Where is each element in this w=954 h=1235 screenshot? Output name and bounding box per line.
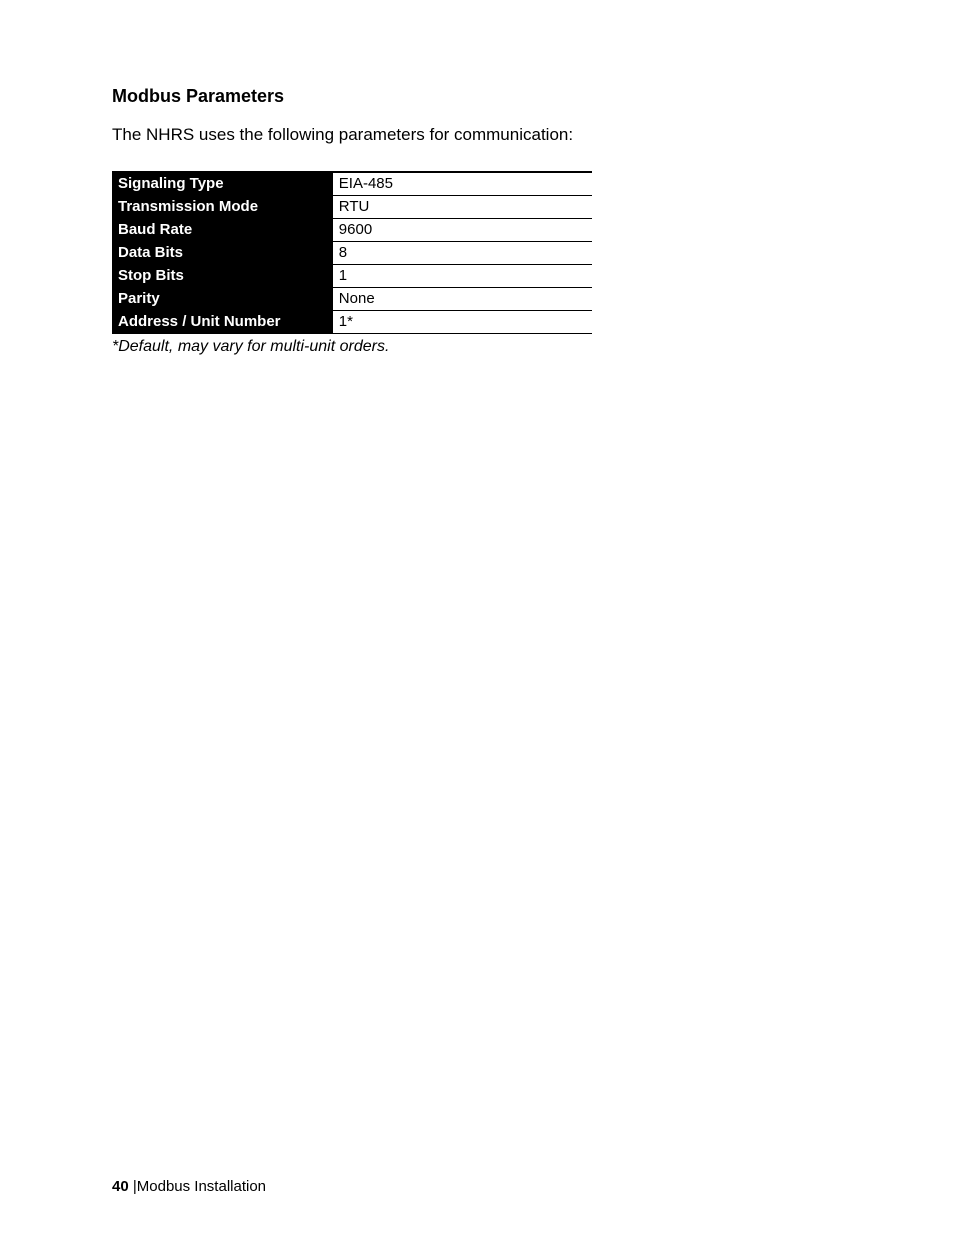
param-label: Baud Rate: [112, 218, 333, 241]
param-value: 1: [333, 264, 592, 287]
param-value: 8: [333, 241, 592, 264]
table-row: Parity None: [112, 287, 592, 310]
intro-paragraph: The NHRS uses the following parameters f…: [112, 123, 842, 147]
param-label: Transmission Mode: [112, 195, 333, 218]
param-value: 1*: [333, 310, 592, 333]
param-label: Address / Unit Number: [112, 310, 333, 333]
table-row: Signaling Type EIA-485: [112, 172, 592, 196]
section-heading: Modbus Parameters: [112, 86, 842, 107]
param-label: Data Bits: [112, 241, 333, 264]
param-value: EIA-485: [333, 172, 592, 196]
page: Modbus Parameters The NHRS uses the foll…: [0, 0, 954, 1235]
footer-separator: |: [129, 1178, 137, 1195]
table-row: Data Bits 8: [112, 241, 592, 264]
page-number: 40: [112, 1178, 129, 1195]
page-footer: 40 |Modbus Installation: [112, 1178, 266, 1195]
param-value: None: [333, 287, 592, 310]
table-row: Transmission Mode RTU: [112, 195, 592, 218]
footnote: *Default, may vary for multi-unit orders…: [112, 338, 842, 356]
param-value: 9600: [333, 218, 592, 241]
param-label: Stop Bits: [112, 264, 333, 287]
table-row: Baud Rate 9600: [112, 218, 592, 241]
table-row: Address / Unit Number 1*: [112, 310, 592, 333]
parameters-table: Signaling Type EIA-485 Transmission Mode…: [112, 171, 592, 334]
table-row: Stop Bits 1: [112, 264, 592, 287]
footer-section: Modbus Installation: [137, 1178, 266, 1195]
param-value: RTU: [333, 195, 592, 218]
param-label: Signaling Type: [112, 172, 333, 196]
param-label: Parity: [112, 287, 333, 310]
